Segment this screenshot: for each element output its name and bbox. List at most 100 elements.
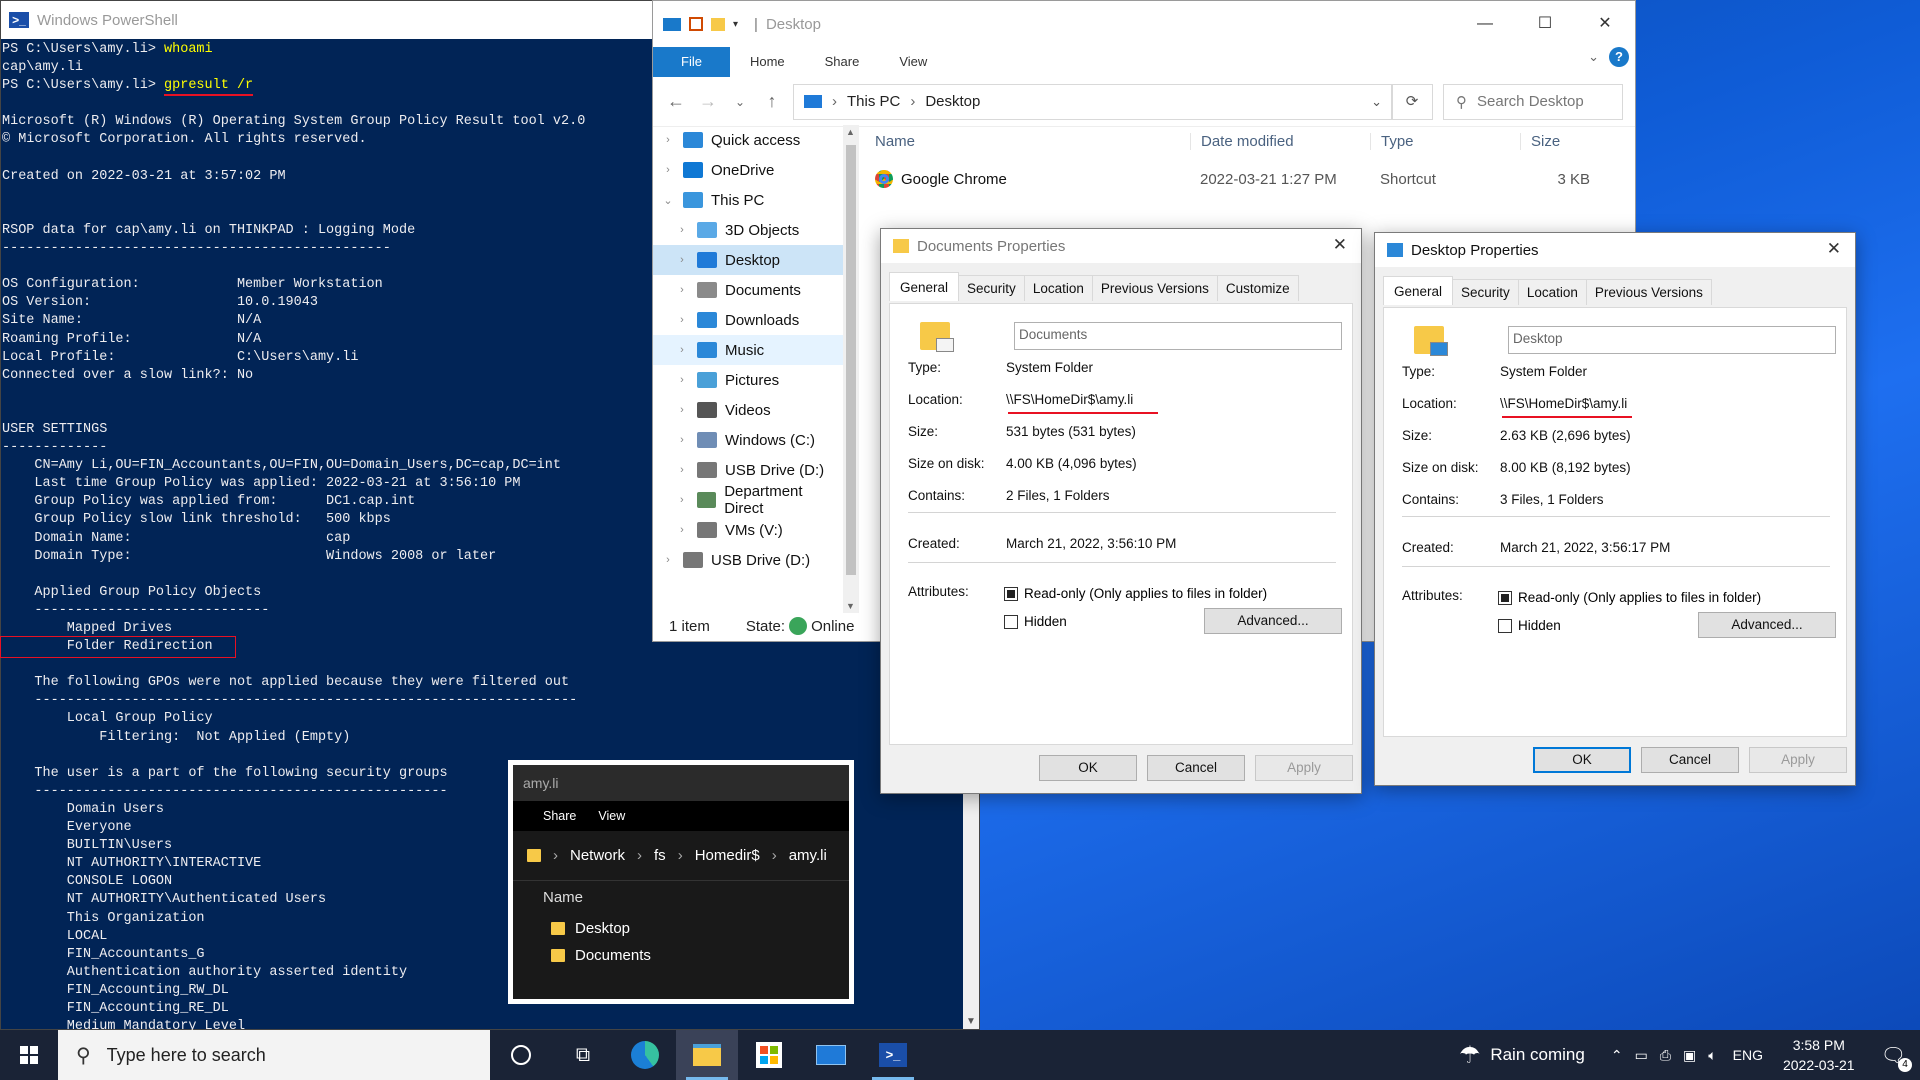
- chevron-icon[interactable]: ›: [675, 374, 689, 386]
- chevron-icon[interactable]: ›: [675, 524, 689, 536]
- weather-umbrella-icon[interactable]: ☂: [1459, 1041, 1481, 1070]
- chevron-icon[interactable]: ›: [675, 404, 689, 416]
- folder-row-desktop[interactable]: Desktop: [513, 915, 849, 942]
- column-size[interactable]: Size: [1520, 132, 1600, 150]
- folder-name-field[interactable]: Desktop: [1508, 326, 1836, 354]
- readonly-checkbox[interactable]: Read-only (Only applies to files in fold…: [1004, 586, 1267, 601]
- dialog-tab[interactable]: Location: [1517, 279, 1587, 305]
- edge-icon[interactable]: [614, 1030, 676, 1080]
- nav-item[interactable]: › 3D Objects: [653, 215, 843, 245]
- mail-icon[interactable]: [800, 1030, 862, 1080]
- language-indicator[interactable]: ENG: [1733, 1047, 1763, 1063]
- dialog-tab[interactable]: Previous Versions: [1585, 279, 1712, 305]
- breadcrumb-this-pc[interactable]: This PC: [847, 93, 900, 110]
- ribbon-tab-view[interactable]: View: [598, 809, 647, 823]
- nav-item[interactable]: ⌄ This PC: [653, 185, 843, 215]
- nav-item[interactable]: › Music: [653, 335, 843, 365]
- advanced-button[interactable]: Advanced...: [1698, 612, 1836, 638]
- chevron-icon[interactable]: ›: [675, 224, 689, 236]
- close-icon[interactable]: ✕: [1575, 1, 1635, 47]
- ribbon-expand-icon[interactable]: ⌄: [1588, 49, 1599, 65]
- dialog-titlebar[interactable]: Documents Properties ✕: [881, 229, 1361, 263]
- powershell-taskbar-icon[interactable]: >_: [862, 1030, 924, 1080]
- nav-item[interactable]: › Quick access: [653, 125, 843, 155]
- ok-button[interactable]: OK: [1039, 755, 1137, 781]
- tray-chevron-icon[interactable]: ⌃: [1611, 1047, 1623, 1064]
- navigation-scrollbar[interactable]: ▲ ▼: [843, 125, 859, 613]
- up-arrow-icon[interactable]: ↑: [761, 91, 783, 112]
- network-icon[interactable]: ▣: [1683, 1047, 1696, 1064]
- properties-quick-icon[interactable]: [689, 17, 703, 31]
- chevron-icon[interactable]: ›: [675, 344, 689, 356]
- chevron-icon[interactable]: ›: [675, 314, 689, 326]
- advanced-button[interactable]: Advanced...: [1204, 608, 1342, 634]
- file-row-google-chrome[interactable]: Google Chrome 2022-03-21 1:27 PM Shortcu…: [865, 157, 1635, 201]
- clock[interactable]: 3:58 PM 2022-03-21: [1783, 1035, 1855, 1075]
- help-icon[interactable]: ?: [1609, 47, 1629, 67]
- back-arrow-icon[interactable]: ←: [665, 91, 687, 112]
- scroll-down-icon[interactable]: ▼: [966, 1016, 976, 1027]
- nav-item[interactable]: › Documents: [653, 275, 843, 305]
- hidden-checkbox[interactable]: Hidden: [1498, 618, 1561, 633]
- amy-li-address-path[interactable]: › Network › fs › Homedir$ › amy.li: [513, 831, 849, 881]
- scroll-up-icon[interactable]: ▲: [846, 127, 855, 137]
- ribbon-tab-view[interactable]: View: [879, 47, 947, 77]
- hidden-checkbox[interactable]: Hidden: [1004, 614, 1067, 629]
- column-name[interactable]: Name: [865, 133, 1190, 150]
- dialog-tab[interactable]: Location: [1023, 275, 1093, 301]
- ribbon-tab-home[interactable]: Home: [730, 47, 805, 77]
- address-path[interactable]: › This PC › Desktop ⌄: [793, 83, 1393, 120]
- nav-item[interactable]: › OneDrive: [653, 155, 843, 185]
- chevron-icon[interactable]: ›: [661, 134, 675, 146]
- amy-li-explorer-window[interactable]: amy.li Share View › Network › fs › Homed…: [508, 760, 854, 1004]
- cancel-button[interactable]: Cancel: [1641, 747, 1739, 773]
- nav-item[interactable]: › VMs (V:): [653, 515, 843, 545]
- taskbar-search-box[interactable]: ⚲ Type here to search: [58, 1030, 490, 1080]
- nav-item[interactable]: › Downloads: [653, 305, 843, 335]
- desktop-properties-dialog[interactable]: Desktop Properties ✕ General Security Locati…: [1374, 232, 1856, 786]
- quick-access-toolbar-dropdown-icon[interactable]: ▾: [733, 19, 738, 30]
- dialog-tab[interactable]: Security: [958, 275, 1025, 301]
- chevron-icon[interactable]: ›: [675, 434, 689, 446]
- minimize-icon[interactable]: —: [1455, 1, 1515, 47]
- nav-item[interactable]: › Pictures: [653, 365, 843, 395]
- nav-item[interactable]: › Videos: [653, 395, 843, 425]
- file-explorer-taskbar-icon[interactable]: [676, 1030, 738, 1080]
- refresh-icon[interactable]: ⟳: [1391, 83, 1433, 120]
- forward-arrow-icon[interactable]: →: [697, 91, 719, 112]
- scroll-down-icon[interactable]: ▼: [846, 601, 855, 611]
- column-type[interactable]: Type: [1370, 132, 1520, 150]
- cortana-icon[interactable]: [490, 1030, 552, 1080]
- ok-button[interactable]: OK: [1533, 747, 1631, 773]
- breadcrumb-network[interactable]: Network: [570, 847, 625, 864]
- breadcrumb-amy-li[interactable]: amy.li: [789, 847, 827, 864]
- file-list[interactable]: Name Date modified Type Size Google Chro…: [865, 125, 1635, 201]
- nav-item[interactable]: › Department Direct: [653, 483, 843, 517]
- folder-row-documents[interactable]: Documents: [513, 942, 849, 969]
- dialog-tab[interactable]: General: [889, 272, 960, 301]
- store-icon[interactable]: [738, 1030, 800, 1080]
- readonly-checkbox[interactable]: Read-only (Only applies to files in fold…: [1498, 590, 1761, 605]
- recent-dropdown-icon[interactable]: ⌄: [729, 95, 751, 109]
- new-folder-quick-icon[interactable]: [711, 17, 725, 31]
- nav-item[interactable]: › Windows (C:): [653, 425, 843, 455]
- breadcrumb-fs[interactable]: fs: [654, 847, 666, 864]
- breadcrumb-homedir[interactable]: Homedir$: [695, 847, 760, 864]
- chevron-icon[interactable]: ⌄: [661, 194, 675, 207]
- dialog-tab[interactable]: General: [1383, 276, 1454, 305]
- ribbon-tab-file[interactable]: File: [653, 47, 730, 77]
- chevron-icon[interactable]: ›: [661, 554, 675, 566]
- search-box[interactable]: ⚲ Search Desktop: [1443, 83, 1623, 120]
- close-icon[interactable]: ✕: [1333, 235, 1347, 255]
- nav-item[interactable]: › USB Drive (D:): [653, 455, 843, 485]
- chevron-icon[interactable]: ›: [675, 464, 689, 476]
- volume-icon[interactable]: 🔈︎: [1708, 1047, 1716, 1064]
- close-icon[interactable]: ✕: [1827, 239, 1841, 259]
- notifications-icon[interactable]: 🗨︎ 4: [1881, 1043, 1912, 1072]
- nav-item[interactable]: › Desktop: [653, 245, 843, 275]
- chevron-icon[interactable]: ›: [675, 254, 689, 266]
- weather-text[interactable]: Rain coming: [1490, 1045, 1585, 1065]
- chevron-icon[interactable]: ›: [675, 284, 689, 296]
- apply-button[interactable]: Apply: [1749, 747, 1847, 773]
- ribbon-tab-share[interactable]: Share: [513, 809, 598, 823]
